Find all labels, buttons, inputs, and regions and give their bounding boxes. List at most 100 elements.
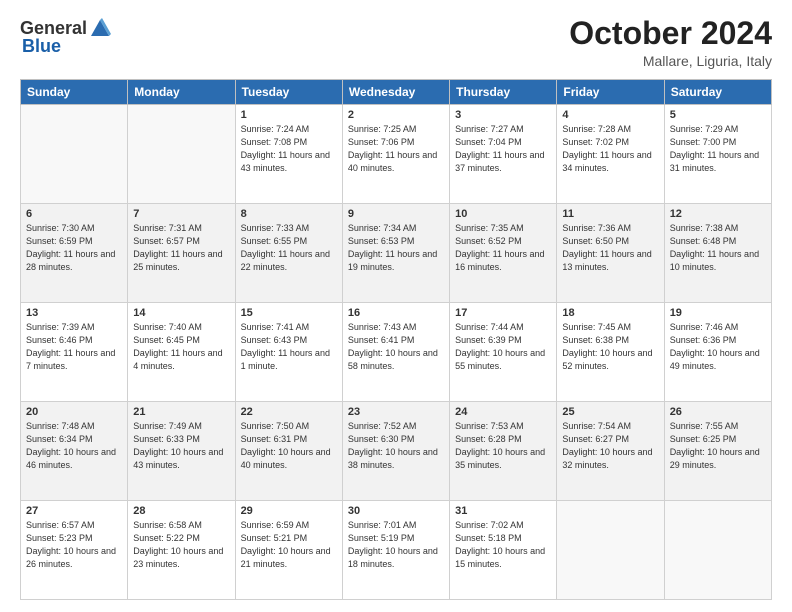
calendar-cell bbox=[664, 501, 771, 600]
logo: General Blue bbox=[20, 16, 111, 57]
day-info: Sunrise: 7:52 AM Sunset: 6:30 PM Dayligh… bbox=[348, 420, 444, 472]
day-of-week-header: Tuesday bbox=[235, 80, 342, 105]
calendar-cell: 7Sunrise: 7:31 AM Sunset: 6:57 PM Daylig… bbox=[128, 204, 235, 303]
day-number: 31 bbox=[455, 505, 551, 517]
day-number: 22 bbox=[241, 406, 337, 418]
day-info: Sunrise: 7:28 AM Sunset: 7:02 PM Dayligh… bbox=[562, 123, 658, 175]
calendar-cell: 21 Sunrise: 7:49 AM Sunset: 6:33 PM Dayli… bbox=[128, 402, 235, 501]
day-number: 30 bbox=[348, 505, 444, 517]
calendar: SundayMondayTuesdayWednesdayThursdayFrid… bbox=[20, 79, 772, 600]
calendar-cell: 11 Sunrise: 7:36 AM Sunset: 6:50 PM Dayli… bbox=[557, 204, 664, 303]
day-number: 1 bbox=[241, 109, 337, 121]
day-number: 17 bbox=[455, 307, 551, 319]
month-title: October 2024 bbox=[569, 16, 772, 51]
day-number: 16 bbox=[348, 307, 444, 319]
calendar-cell: 2Sunrise: 7:25 AM Sunset: 7:06 PM Daylig… bbox=[342, 105, 449, 204]
day-info: Sunrise: 7:45 AM Sunset: 6:38 PM Dayligh… bbox=[562, 321, 658, 373]
day-of-week-header: Wednesday bbox=[342, 80, 449, 105]
day-info: Sunrise: 7:43 AM Sunset: 6:41 PM Dayligh… bbox=[348, 321, 444, 373]
day-info: Sunrise: 7:54 AM Sunset: 6:27 PM Dayligh… bbox=[562, 420, 658, 472]
calendar-cell: 29Sunrise: 6:59 AM Sunset: 5:21 PM Dayli… bbox=[235, 501, 342, 600]
day-info: Sunrise: 7:27 AM Sunset: 7:04 PM Dayligh… bbox=[455, 123, 551, 175]
calendar-cell: 26 Sunrise: 7:55 AM Sunset: 6:25 PM Dayli… bbox=[664, 402, 771, 501]
page: General Blue October 2024 Mallare, Ligur… bbox=[0, 0, 792, 612]
day-number: 25 bbox=[562, 406, 658, 418]
day-of-week-header: Monday bbox=[128, 80, 235, 105]
calendar-cell: 18 Sunrise: 7:45 AM Sunset: 6:38 PM Dayli… bbox=[557, 303, 664, 402]
day-number: 18 bbox=[562, 307, 658, 319]
day-number: 13 bbox=[26, 307, 122, 319]
day-number: 26 bbox=[670, 406, 766, 418]
day-number: 3 bbox=[455, 109, 551, 121]
day-number: 15 bbox=[241, 307, 337, 319]
day-info: Sunrise: 7:39 AM Sunset: 6:46 PM Dayligh… bbox=[26, 321, 122, 373]
day-info: Sunrise: 7:35 AM Sunset: 6:52 PM Dayligh… bbox=[455, 222, 551, 274]
day-info: Sunrise: 7:50 AM Sunset: 6:31 PM Dayligh… bbox=[241, 420, 337, 472]
day-info: Sunrise: 7:36 AM Sunset: 6:50 PM Dayligh… bbox=[562, 222, 658, 274]
location: Mallare, Liguria, Italy bbox=[569, 53, 772, 69]
calendar-cell: 25 Sunrise: 7:54 AM Sunset: 6:27 PM Dayli… bbox=[557, 402, 664, 501]
calendar-cell: 8 Sunrise: 7:33 AM Sunset: 6:55 PM Daylig… bbox=[235, 204, 342, 303]
day-info: Sunrise: 6:58 AM Sunset: 5:22 PM Dayligh… bbox=[133, 519, 229, 571]
calendar-cell: 30 Sunrise: 7:01 AM Sunset: 5:19 PM Dayli… bbox=[342, 501, 449, 600]
day-info: Sunrise: 7:01 AM Sunset: 5:19 PM Dayligh… bbox=[348, 519, 444, 571]
calendar-cell: 24 Sunrise: 7:53 AM Sunset: 6:28 PM Dayli… bbox=[450, 402, 557, 501]
calendar-cell: 3 Sunrise: 7:27 AM Sunset: 7:04 PM Daylig… bbox=[450, 105, 557, 204]
calendar-cell: 16 Sunrise: 7:43 AM Sunset: 6:41 PM Dayli… bbox=[342, 303, 449, 402]
day-info: Sunrise: 7:53 AM Sunset: 6:28 PM Dayligh… bbox=[455, 420, 551, 472]
calendar-cell: 23Sunrise: 7:52 AM Sunset: 6:30 PM Dayli… bbox=[342, 402, 449, 501]
calendar-cell: 14Sunrise: 7:40 AM Sunset: 6:45 PM Dayli… bbox=[128, 303, 235, 402]
calendar-cell: 12 Sunrise: 7:38 AM Sunset: 6:48 PM Dayli… bbox=[664, 204, 771, 303]
day-number: 24 bbox=[455, 406, 551, 418]
calendar-cell: 6 Sunrise: 7:30 AM Sunset: 6:59 PM Daylig… bbox=[21, 204, 128, 303]
day-number: 27 bbox=[26, 505, 122, 517]
calendar-cell: 17Sunrise: 7:44 AM Sunset: 6:39 PM Dayli… bbox=[450, 303, 557, 402]
calendar-week-row: 13 Sunrise: 7:39 AM Sunset: 6:46 PM Dayli… bbox=[21, 303, 772, 402]
calendar-cell: 15 Sunrise: 7:41 AM Sunset: 6:43 PM Dayli… bbox=[235, 303, 342, 402]
day-number: 4 bbox=[562, 109, 658, 121]
day-number: 12 bbox=[670, 208, 766, 220]
day-info: Sunrise: 7:55 AM Sunset: 6:25 PM Dayligh… bbox=[670, 420, 766, 472]
day-info: Sunrise: 6:57 AM Sunset: 5:23 PM Dayligh… bbox=[26, 519, 122, 571]
day-info: Sunrise: 7:49 AM Sunset: 6:33 PM Dayligh… bbox=[133, 420, 229, 472]
calendar-cell: 20Sunrise: 7:48 AM Sunset: 6:34 PM Dayli… bbox=[21, 402, 128, 501]
calendar-week-row: 20Sunrise: 7:48 AM Sunset: 6:34 PM Dayli… bbox=[21, 402, 772, 501]
day-info: Sunrise: 7:34 AM Sunset: 6:53 PM Dayligh… bbox=[348, 222, 444, 274]
title-block: October 2024 Mallare, Liguria, Italy bbox=[569, 16, 772, 69]
day-info: Sunrise: 7:41 AM Sunset: 6:43 PM Dayligh… bbox=[241, 321, 337, 373]
day-info: Sunrise: 7:24 AM Sunset: 7:08 PM Dayligh… bbox=[241, 123, 337, 175]
day-of-week-header: Thursday bbox=[450, 80, 557, 105]
day-info: Sunrise: 6:59 AM Sunset: 5:21 PM Dayligh… bbox=[241, 519, 337, 571]
day-of-week-header: Sunday bbox=[21, 80, 128, 105]
day-number: 21 bbox=[133, 406, 229, 418]
logo-blue: Blue bbox=[22, 36, 61, 57]
day-number: 14 bbox=[133, 307, 229, 319]
logo-icon bbox=[89, 16, 111, 38]
calendar-cell: 31 Sunrise: 7:02 AM Sunset: 5:18 PM Dayli… bbox=[450, 501, 557, 600]
calendar-week-row: 1 Sunrise: 7:24 AM Sunset: 7:08 PM Daylig… bbox=[21, 105, 772, 204]
day-number: 10 bbox=[455, 208, 551, 220]
day-info: Sunrise: 7:46 AM Sunset: 6:36 PM Dayligh… bbox=[670, 321, 766, 373]
calendar-week-row: 6 Sunrise: 7:30 AM Sunset: 6:59 PM Daylig… bbox=[21, 204, 772, 303]
day-info: Sunrise: 7:31 AM Sunset: 6:57 PM Dayligh… bbox=[133, 222, 229, 274]
day-info: Sunrise: 7:30 AM Sunset: 6:59 PM Dayligh… bbox=[26, 222, 122, 274]
day-number: 8 bbox=[241, 208, 337, 220]
calendar-cell: 4 Sunrise: 7:28 AM Sunset: 7:02 PM Daylig… bbox=[557, 105, 664, 204]
day-info: Sunrise: 7:33 AM Sunset: 6:55 PM Dayligh… bbox=[241, 222, 337, 274]
day-info: Sunrise: 7:25 AM Sunset: 7:06 PM Dayligh… bbox=[348, 123, 444, 175]
day-number: 28 bbox=[133, 505, 229, 517]
calendar-cell bbox=[21, 105, 128, 204]
day-info: Sunrise: 7:38 AM Sunset: 6:48 PM Dayligh… bbox=[670, 222, 766, 274]
day-number: 9 bbox=[348, 208, 444, 220]
calendar-cell bbox=[557, 501, 664, 600]
day-info: Sunrise: 7:02 AM Sunset: 5:18 PM Dayligh… bbox=[455, 519, 551, 571]
calendar-week-row: 27 Sunrise: 6:57 AM Sunset: 5:23 PM Dayli… bbox=[21, 501, 772, 600]
day-number: 11 bbox=[562, 208, 658, 220]
calendar-cell: 27 Sunrise: 6:57 AM Sunset: 5:23 PM Dayli… bbox=[21, 501, 128, 600]
day-info: Sunrise: 7:48 AM Sunset: 6:34 PM Dayligh… bbox=[26, 420, 122, 472]
day-number: 19 bbox=[670, 307, 766, 319]
day-number: 6 bbox=[26, 208, 122, 220]
calendar-cell: 10 Sunrise: 7:35 AM Sunset: 6:52 PM Dayli… bbox=[450, 204, 557, 303]
calendar-cell: 19 Sunrise: 7:46 AM Sunset: 6:36 PM Dayli… bbox=[664, 303, 771, 402]
day-number: 5 bbox=[670, 109, 766, 121]
